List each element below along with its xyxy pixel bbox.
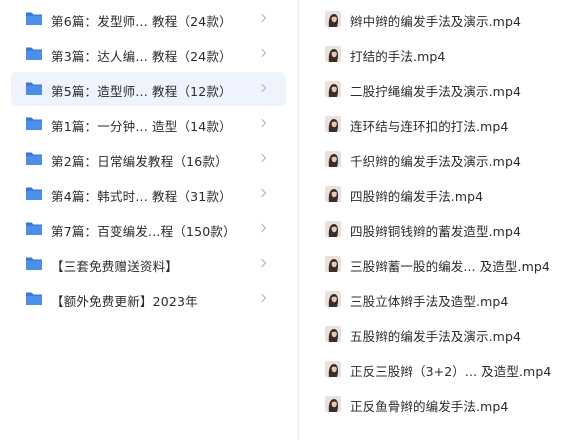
folder-label: 第1篇：一分钟... 造型（14款） bbox=[51, 119, 232, 134]
folder-label: 第6篇：发型师... 教程（24款） bbox=[51, 14, 232, 29]
video-thumbnail bbox=[325, 81, 341, 97]
video-file-item[interactable]: 三股辫蓄一股的编发... 及造型.mp4 bbox=[316, 250, 578, 278]
chevron-right-icon bbox=[260, 11, 268, 25]
folder-item[interactable]: 【额外免费更新】2023年 bbox=[11, 282, 286, 316]
chevron-right-icon bbox=[260, 186, 268, 200]
folder-label: 第7篇：百变编发...程（150款） bbox=[51, 224, 236, 239]
file-name: 四股辫铜钱辫的蓄发造型.mp4 bbox=[350, 224, 522, 239]
file-name: 正反三股辫（3+2）... 及造型.mp4 bbox=[350, 364, 552, 379]
file-name: 三股立体辫手法及造型.mp4 bbox=[350, 294, 509, 309]
video-thumbnail bbox=[325, 46, 341, 62]
video-thumbnail bbox=[325, 221, 341, 237]
folder-item[interactable]: 第6篇：发型师... 教程（24款） bbox=[11, 2, 286, 36]
file-name: 三股辫蓄一股的编发... 及造型.mp4 bbox=[350, 259, 550, 274]
chevron-right-icon bbox=[260, 256, 268, 270]
chevron-right-icon bbox=[260, 46, 268, 60]
folder-label: 【三套免费赠送资料】 bbox=[51, 259, 179, 274]
video-file-item[interactable]: 连环结与连环扣的打法.mp4 bbox=[316, 110, 578, 138]
video-file-item[interactable]: 正反鱼骨辫的编发手法.mp4 bbox=[316, 390, 578, 418]
video-file-item[interactable]: 四股辫铜钱辫的蓄发造型.mp4 bbox=[316, 215, 578, 243]
folder-icon bbox=[25, 81, 43, 96]
folder-item[interactable]: 第4篇：韩式时... 教程（31款） bbox=[11, 177, 286, 211]
file-name: 五股辫的编发手法及演示.mp4 bbox=[350, 329, 522, 344]
folder-icon bbox=[25, 116, 43, 131]
folder-list-pane: 第6篇：发型师... 教程（24款） 第3篇：达人编... 教程（24款） 第5… bbox=[0, 0, 298, 440]
folder-label: 【额外免费更新】2023年 bbox=[51, 294, 198, 309]
folder-label: 第2篇：日常编发教程（16款） bbox=[51, 154, 228, 169]
video-thumbnail bbox=[325, 361, 341, 377]
video-file-item[interactable]: 二股拧绳编发手法及演示.mp4 bbox=[316, 75, 578, 103]
video-thumbnail bbox=[325, 116, 341, 132]
video-thumbnail bbox=[325, 186, 341, 202]
file-name: 打结的手法.mp4 bbox=[350, 49, 446, 64]
video-thumbnail bbox=[325, 11, 341, 27]
folder-item[interactable]: 第7篇：百变编发...程（150款） bbox=[11, 212, 286, 246]
chevron-right-icon bbox=[260, 291, 268, 305]
file-name: 二股拧绳编发手法及演示.mp4 bbox=[350, 84, 522, 99]
folder-icon bbox=[25, 256, 43, 271]
video-file-item[interactable]: 四股辫的编发手法.mp4 bbox=[316, 180, 578, 208]
folder-item[interactable]: 【三套免费赠送资料】 bbox=[11, 247, 286, 281]
folder-icon bbox=[25, 291, 43, 306]
file-name: 千织辫的编发手法及演示.mp4 bbox=[350, 154, 522, 169]
folder-label: 第5篇：造型师... 教程（12款） bbox=[51, 84, 232, 99]
video-thumbnail bbox=[325, 256, 341, 272]
chevron-right-icon bbox=[260, 116, 268, 130]
video-thumbnail bbox=[325, 151, 341, 167]
video-file-item[interactable]: 打结的手法.mp4 bbox=[316, 40, 578, 68]
video-thumbnail bbox=[325, 291, 341, 307]
video-file-item[interactable]: 千织辫的编发手法及演示.mp4 bbox=[316, 145, 578, 173]
video-thumbnail bbox=[325, 326, 341, 342]
folder-item[interactable]: 第3篇：达人编... 教程（24款） bbox=[11, 37, 286, 71]
chevron-right-icon bbox=[260, 151, 268, 165]
file-name: 正反鱼骨辫的编发手法.mp4 bbox=[350, 399, 509, 414]
video-file-item[interactable]: 三股立体辫手法及造型.mp4 bbox=[316, 285, 578, 313]
file-name: 辫中辫的编发手法及演示.mp4 bbox=[350, 14, 522, 29]
file-list-pane: 辫中辫的编发手法及演示.mp4 打结的手法.mp4 二股拧绳编发手法及演示.mp… bbox=[299, 0, 580, 440]
folder-item[interactable]: 第1篇：一分钟... 造型（14款） bbox=[11, 107, 286, 141]
folder-icon bbox=[25, 46, 43, 61]
file-name: 四股辫的编发手法.mp4 bbox=[350, 189, 484, 204]
video-file-item[interactable]: 辫中辫的编发手法及演示.mp4 bbox=[316, 5, 578, 33]
folder-icon bbox=[25, 186, 43, 201]
file-name: 连环结与连环扣的打法.mp4 bbox=[350, 119, 509, 134]
folder-label: 第3篇：达人编... 教程（24款） bbox=[51, 49, 232, 64]
video-file-item[interactable]: 正反三股辫（3+2）... 及造型.mp4 bbox=[316, 355, 578, 383]
folder-icon bbox=[25, 221, 43, 236]
folder-label: 第4篇：韩式时... 教程（31款） bbox=[51, 189, 232, 204]
chevron-right-icon bbox=[260, 221, 268, 235]
video-file-item[interactable]: 五股辫的编发手法及演示.mp4 bbox=[316, 320, 578, 348]
video-thumbnail bbox=[325, 396, 341, 412]
folder-item[interactable]: 第2篇：日常编发教程（16款） bbox=[11, 142, 286, 176]
chevron-right-icon bbox=[260, 81, 268, 95]
folder-item[interactable]: 第5篇：造型师... 教程（12款） bbox=[11, 72, 286, 106]
folder-icon bbox=[25, 151, 43, 166]
folder-icon bbox=[25, 11, 43, 26]
